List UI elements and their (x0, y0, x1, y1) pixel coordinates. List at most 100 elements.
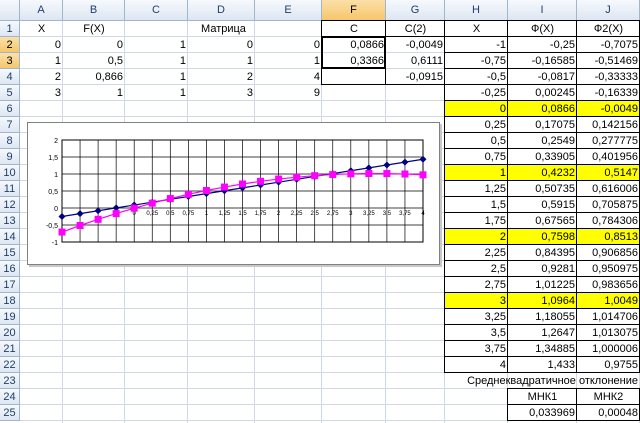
cell-j18[interactable]: 1,0049 (577, 293, 640, 309)
cell-a2[interactable]: 0 (20, 37, 63, 53)
mnk1-value[interactable]: 0,033969 (508, 405, 577, 421)
cell-g4[interactable]: -0,0915 (386, 69, 445, 85)
column-title-c[interactable]: C (322, 21, 386, 37)
cell-e3[interactable]: 1 (255, 53, 322, 69)
cell-i2[interactable]: -0,25 (508, 37, 577, 53)
cell-j8[interactable]: 0,277775 (577, 133, 640, 149)
cell-i20[interactable]: 1,2647 (508, 325, 577, 341)
cell-i11[interactable]: 0,50735 (508, 181, 577, 197)
row-header-12[interactable]: 12 (0, 197, 20, 213)
cell-h10[interactable]: 1 (445, 165, 508, 181)
cell-j21[interactable]: 1,000006 (577, 341, 640, 357)
cell-c4[interactable]: 1 (125, 69, 188, 85)
column-header-e[interactable]: E (255, 0, 322, 21)
row-header-16[interactable]: 16 (0, 261, 20, 277)
cell-h16[interactable]: 2,5 (445, 261, 508, 277)
cell-a4[interactable]: 2 (20, 69, 63, 85)
cell-d4[interactable]: 2 (188, 69, 255, 85)
row-header-25[interactable]: 25 (0, 405, 20, 421)
column-header-g[interactable]: G (386, 0, 445, 21)
cell-j16[interactable]: 0,950975 (577, 261, 640, 277)
column-title-phi[interactable]: Ф(X) (508, 21, 577, 37)
cell-i14[interactable]: 0,7598 (508, 229, 577, 245)
cell-d2[interactable]: 0 (188, 37, 255, 53)
cell-h18[interactable]: 3 (445, 293, 508, 309)
row-header-22[interactable]: 22 (0, 357, 20, 373)
cell-b4[interactable]: 0,866 (63, 69, 125, 85)
row-header-1[interactable]: 1 (0, 21, 20, 37)
mnk2-value[interactable]: 0,00048 (577, 405, 640, 421)
embedded-chart[interactable]: 2 1,5 1 0,5 0 -0,5 -1 0 0,25 0,5 0,75 1 1,25 1,5 1,75 2… (27, 122, 440, 265)
cell-e2[interactable]: 0 (255, 37, 322, 53)
cell-i16[interactable]: 0,9281 (508, 261, 577, 277)
cell-j14[interactable]: 0,8513 (577, 229, 640, 245)
cell-c3[interactable]: 1 (125, 53, 188, 69)
column-title-fx[interactable]: F(X) (63, 21, 125, 37)
cell-h15[interactable]: 2,25 (445, 245, 508, 261)
column-title-c2[interactable]: C(2) (386, 21, 445, 37)
column-header-d[interactable]: D (188, 0, 255, 21)
cell-i10[interactable]: 0,4232 (508, 165, 577, 181)
cell-i4[interactable]: -0,0817 (508, 69, 577, 85)
cell-h3[interactable]: -0,75 (445, 53, 508, 69)
cell-b5[interactable]: 1 (63, 85, 125, 101)
cell-g3[interactable]: 0,6111 (386, 53, 445, 69)
cell-i15[interactable]: 0,84395 (508, 245, 577, 261)
row-header-4[interactable]: 4 (0, 69, 20, 85)
cell-j12[interactable]: 0,705875 (577, 197, 640, 213)
mnk1-label[interactable]: МНК1 (508, 389, 577, 405)
cell-j4[interactable]: -0,33333 (577, 69, 640, 85)
cell-i5[interactable]: 0,00245 (508, 85, 577, 101)
column-header-j[interactable]: J (577, 0, 640, 21)
cell-b3[interactable]: 0,5 (63, 53, 125, 69)
row-header-18[interactable]: 18 (0, 293, 20, 309)
cell-j20[interactable]: 1,013075 (577, 325, 640, 341)
cell-i19[interactable]: 1,18055 (508, 309, 577, 325)
cell-c2[interactable]: 1 (125, 37, 188, 53)
cell-j15[interactable]: 0,906856 (577, 245, 640, 261)
row-header-17[interactable]: 17 (0, 277, 20, 293)
cell-b2[interactable]: 0 (63, 37, 125, 53)
cell-i7[interactable]: 0,17075 (508, 117, 577, 133)
row-header-13[interactable]: 13 (0, 213, 20, 229)
column-title-phi2[interactable]: Ф2(X) (577, 21, 640, 37)
row-header-20[interactable]: 20 (0, 325, 20, 341)
cell-d5[interactable]: 3 (188, 85, 255, 101)
row-header-6[interactable]: 6 (0, 101, 20, 117)
cell-j5[interactable]: -0,16339 (577, 85, 640, 101)
cell-i18[interactable]: 1,0964 (508, 293, 577, 309)
cell-j17[interactable]: 0,983656 (577, 277, 640, 293)
row-header-11[interactable]: 11 (0, 181, 20, 197)
cell-h8[interactable]: 0,5 (445, 133, 508, 149)
row-header-21[interactable]: 21 (0, 341, 20, 357)
cell-h12[interactable]: 1,5 (445, 197, 508, 213)
row-header-14[interactable]: 14 (0, 229, 20, 245)
cell-a5[interactable]: 3 (20, 85, 63, 101)
cell-i21[interactable]: 1,34885 (508, 341, 577, 357)
column-header-h[interactable]: H (445, 0, 508, 21)
cell-j13[interactable]: 0,784306 (577, 213, 640, 229)
cell-h7[interactable]: 0,25 (445, 117, 508, 133)
cell-g2[interactable]: -0,0049 (386, 37, 445, 53)
cell-i8[interactable]: 0,2549 (508, 133, 577, 149)
cell-h19[interactable]: 3,25 (445, 309, 508, 325)
cell-h14[interactable]: 2 (445, 229, 508, 245)
cell-i22[interactable]: 1,433 (508, 357, 577, 373)
column-header-a[interactable]: A (20, 0, 63, 21)
cell-h4[interactable]: -0,5 (445, 69, 508, 85)
row-header-24[interactable]: 24 (0, 389, 20, 405)
mnk2-label[interactable]: МНК2 (577, 389, 640, 405)
row-header-10[interactable]: 10 (0, 165, 20, 181)
row-header-19[interactable]: 19 (0, 309, 20, 325)
column-header-c[interactable]: C (125, 0, 188, 21)
cell-h2[interactable]: -1 (445, 37, 508, 53)
cell-d3[interactable]: 1 (188, 53, 255, 69)
cell-j7[interactable]: 0,142156 (577, 117, 640, 133)
cell-e4[interactable]: 4 (255, 69, 322, 85)
cell-h9[interactable]: 0,75 (445, 149, 508, 165)
row-header-23[interactable]: 23 (0, 373, 20, 389)
row-header-2[interactable]: 2 (0, 37, 20, 53)
cell-h21[interactable]: 3,75 (445, 341, 508, 357)
cell-j6[interactable]: -0,0049 (577, 101, 640, 117)
cell-j2[interactable]: -0,7075 (577, 37, 640, 53)
